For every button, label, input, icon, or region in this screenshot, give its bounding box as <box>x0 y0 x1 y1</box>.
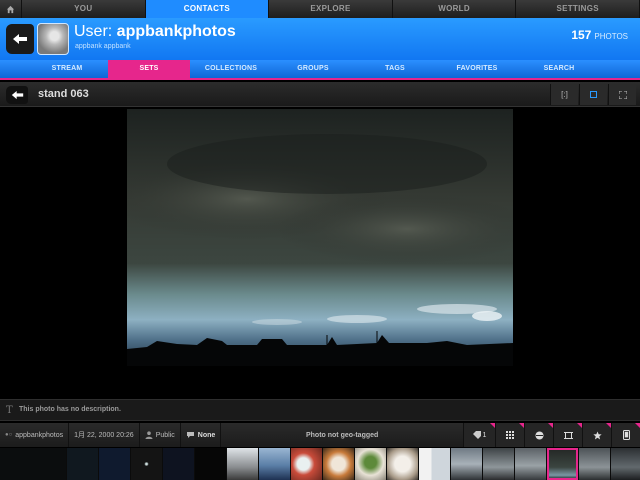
thumbnail[interactable] <box>291 448 322 480</box>
single-view-button[interactable] <box>579 84 607 105</box>
thumbnail[interactable] <box>99 448 130 480</box>
tab-search[interactable]: SEARCH <box>518 60 600 78</box>
flickr-dots-icon: ●○ <box>5 432 13 438</box>
owner-name: appbankphotos <box>15 431 64 439</box>
tab-groups[interactable]: GROUPS <box>272 60 354 78</box>
avatar[interactable] <box>37 23 69 55</box>
section-tabs: STREAM SETS COLLECTIONS GROUPS TAGS FAVO… <box>0 60 640 80</box>
main-photo[interactable] <box>127 109 513 366</box>
text-icon: T <box>6 405 13 416</box>
back-arrow-icon <box>11 90 23 100</box>
set-title-bar: stand 063 [:] <box>0 82 640 107</box>
photo-count-number: 157 <box>571 28 592 42</box>
phone-icon <box>622 430 630 440</box>
username: appbankphotos <box>116 23 236 40</box>
thumbnail[interactable] <box>387 448 418 480</box>
privacy-info[interactable]: Public <box>140 423 181 447</box>
top-nav: YOU CONTACTS EXPLORE WORLD SETTINGS <box>0 0 640 18</box>
thumbnail[interactable] <box>67 448 98 480</box>
back-arrow-icon <box>13 34 27 44</box>
tab-stream[interactable]: STREAM <box>26 60 108 78</box>
thumbnail-strip[interactable] <box>0 448 640 480</box>
device-button[interactable] <box>611 423 640 447</box>
thumbnail[interactable] <box>195 448 226 480</box>
geo-status: Photo not geo-tagged <box>305 431 379 439</box>
favorite-button[interactable] <box>582 423 611 447</box>
tab-tags[interactable]: TAGS <box>354 60 436 78</box>
thumbnail[interactable] <box>515 448 546 480</box>
tab-favorites[interactable]: FAVORITES <box>436 60 518 78</box>
set-title: stand 063 <box>38 88 89 100</box>
sizes-button[interactable] <box>495 423 524 447</box>
thumbnail[interactable] <box>451 448 482 480</box>
sets-pools-button[interactable] <box>553 423 582 447</box>
tags-button[interactable]: 1 <box>463 423 495 447</box>
sky-photo <box>127 109 513 366</box>
photo-description: This photo has no description. <box>19 406 121 413</box>
comments-info[interactable]: None <box>181 423 222 447</box>
fullscreen-icon <box>618 90 627 99</box>
thumbnail[interactable] <box>131 448 162 480</box>
thumbnail[interactable] <box>419 448 450 480</box>
privacy-value: Public <box>155 431 175 439</box>
thumbnail[interactable] <box>0 448 66 480</box>
corner-marker <box>635 423 640 428</box>
date-info: 1月 22, 2000 20:26 <box>69 423 140 447</box>
aperture-icon <box>535 431 543 439</box>
thumbnail[interactable] <box>483 448 514 480</box>
thumbnail[interactable] <box>259 448 290 480</box>
thumbnail[interactable] <box>355 448 386 480</box>
comment-bubble-icon <box>186 432 194 438</box>
grid-view-button[interactable]: [:] <box>550 84 578 105</box>
person-icon <box>145 431 153 439</box>
exif-button[interactable] <box>524 423 553 447</box>
home-button[interactable] <box>0 0 22 18</box>
home-icon <box>6 5 15 13</box>
tag-icon <box>472 431 481 439</box>
tab-world[interactable]: WORLD <box>393 0 517 18</box>
thumbnail[interactable] <box>227 448 258 480</box>
photo-date: 1月 22, 2000 20:26 <box>74 432 134 439</box>
description-bar[interactable]: T This photo has no description. <box>0 399 640 421</box>
tab-contacts[interactable]: CONTACTS <box>145 0 270 18</box>
thumbnail[interactable] <box>163 448 194 480</box>
tab-sets[interactable]: SETS <box>108 60 190 78</box>
user-realname: appbank appbank <box>75 43 131 50</box>
tab-explore[interactable]: EXPLORE <box>269 0 393 18</box>
thumbnail[interactable] <box>579 448 610 480</box>
header-back-button[interactable] <box>6 24 34 54</box>
tab-collections[interactable]: COLLECTIONS <box>190 60 272 78</box>
photo-count-label: PHOTOS <box>594 32 628 41</box>
tag-count: 1 <box>482 431 487 439</box>
grid-icon <box>506 431 514 439</box>
photo-info-bar: ●○ appbankphotos 1月 22, 2000 20:26 Publi… <box>0 423 640 447</box>
frame-icon <box>563 431 573 439</box>
user-header: User: appbankphotos appbank appbank 157 P… <box>0 18 640 60</box>
tab-settings[interactable]: SETTINGS <box>516 0 640 18</box>
owner-info[interactable]: ●○ appbankphotos <box>0 423 70 447</box>
photo-count: 157 PHOTOS <box>571 28 628 42</box>
comments-value: None <box>197 431 216 439</box>
page-title: User: appbankphotos <box>74 23 236 40</box>
tab-you[interactable]: YOU <box>22 0 146 18</box>
thumbnail[interactable] <box>323 448 354 480</box>
thumbnail[interactable] <box>611 448 640 480</box>
fullscreen-button[interactable] <box>608 84 636 105</box>
grid-view-icon: [:] <box>561 90 568 99</box>
thumbnail-selected[interactable] <box>547 448 578 480</box>
star-icon <box>592 430 602 439</box>
single-view-icon <box>590 91 597 98</box>
set-back-button[interactable] <box>6 86 28 104</box>
